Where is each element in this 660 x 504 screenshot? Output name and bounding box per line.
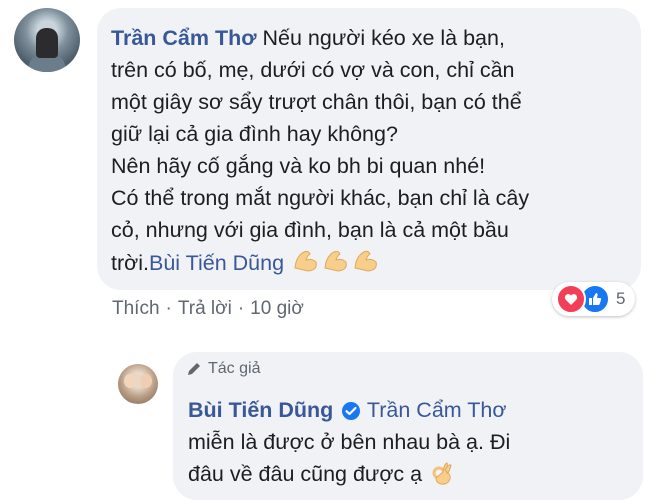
comment-line-8: trời.Bùi Tiến Dũng [111, 246, 380, 283]
comment-text-4: giữ lại cả gia đình hay không? [111, 122, 398, 146]
verified-badge-icon [341, 395, 361, 427]
separator-dot: · [237, 298, 245, 319]
reply-mention[interactable]: Trần Cẩm Thơ [367, 398, 507, 422]
reply-line-1: Bùi Tiến Dũng Trần Cẩm Thơ [188, 394, 506, 427]
comment-mention[interactable]: Bùi Tiến Dũng [149, 251, 284, 275]
comment-text-8: trời. [111, 251, 149, 276]
commenter-avatar[interactable] [14, 8, 80, 72]
flexed-biceps-icon [292, 246, 380, 283]
comment-text-3: một giây sơ sẩy trượt chân thôi, bạn có … [111, 90, 522, 114]
comment-text-5: Nên hãy cố gắng và ko bh bi quan nhé! [111, 154, 486, 178]
comment-text-2: trên có bố, mẹ, dưới có vợ và con, chỉ c… [111, 58, 515, 82]
comment-timestamp[interactable]: 10 giờ [250, 298, 304, 319]
comment-author-name[interactable]: Trần Cẩm Thơ [111, 26, 257, 50]
comment-text-1: Nếu người kéo xe là bạn, [262, 26, 505, 50]
author-badge-label: Tác giả [208, 360, 261, 377]
separator-dot: · [165, 298, 172, 319]
reply-author-name[interactable]: Bùi Tiến Dũng [188, 398, 333, 422]
reaction-summary[interactable]: 5 [552, 282, 636, 316]
comment-text-7: cỏ, nhưng với gia đình, bạn là cả một bầ… [111, 218, 509, 242]
comment-actions: Thích · Trả lời · 10 giờ [112, 298, 304, 320]
reply-text-2: đâu về đâu cũng được ạ [188, 462, 423, 486]
pencil-icon [188, 363, 200, 375]
heart-icon [556, 284, 586, 314]
like-action[interactable]: Thích [112, 298, 160, 319]
reply-author-avatar[interactable] [118, 364, 158, 404]
comment-line-1: Trần Cẩm Thơ Nếu người kéo xe là bạn, [111, 22, 505, 54]
comment-text-6: Có thể trong mắt người khác, bạn chỉ là … [111, 186, 530, 210]
reply-line-3: đâu về đâu cũng được ạ [188, 458, 454, 491]
reply-action[interactable]: Trả lời [178, 298, 232, 319]
author-badge: Tác giả [186, 360, 260, 378]
ok-hand-icon [430, 459, 454, 491]
reply-text-1: miễn là được ở bên nhau bà ạ. Đi [188, 430, 511, 454]
reaction-count: 5 [616, 289, 626, 308]
